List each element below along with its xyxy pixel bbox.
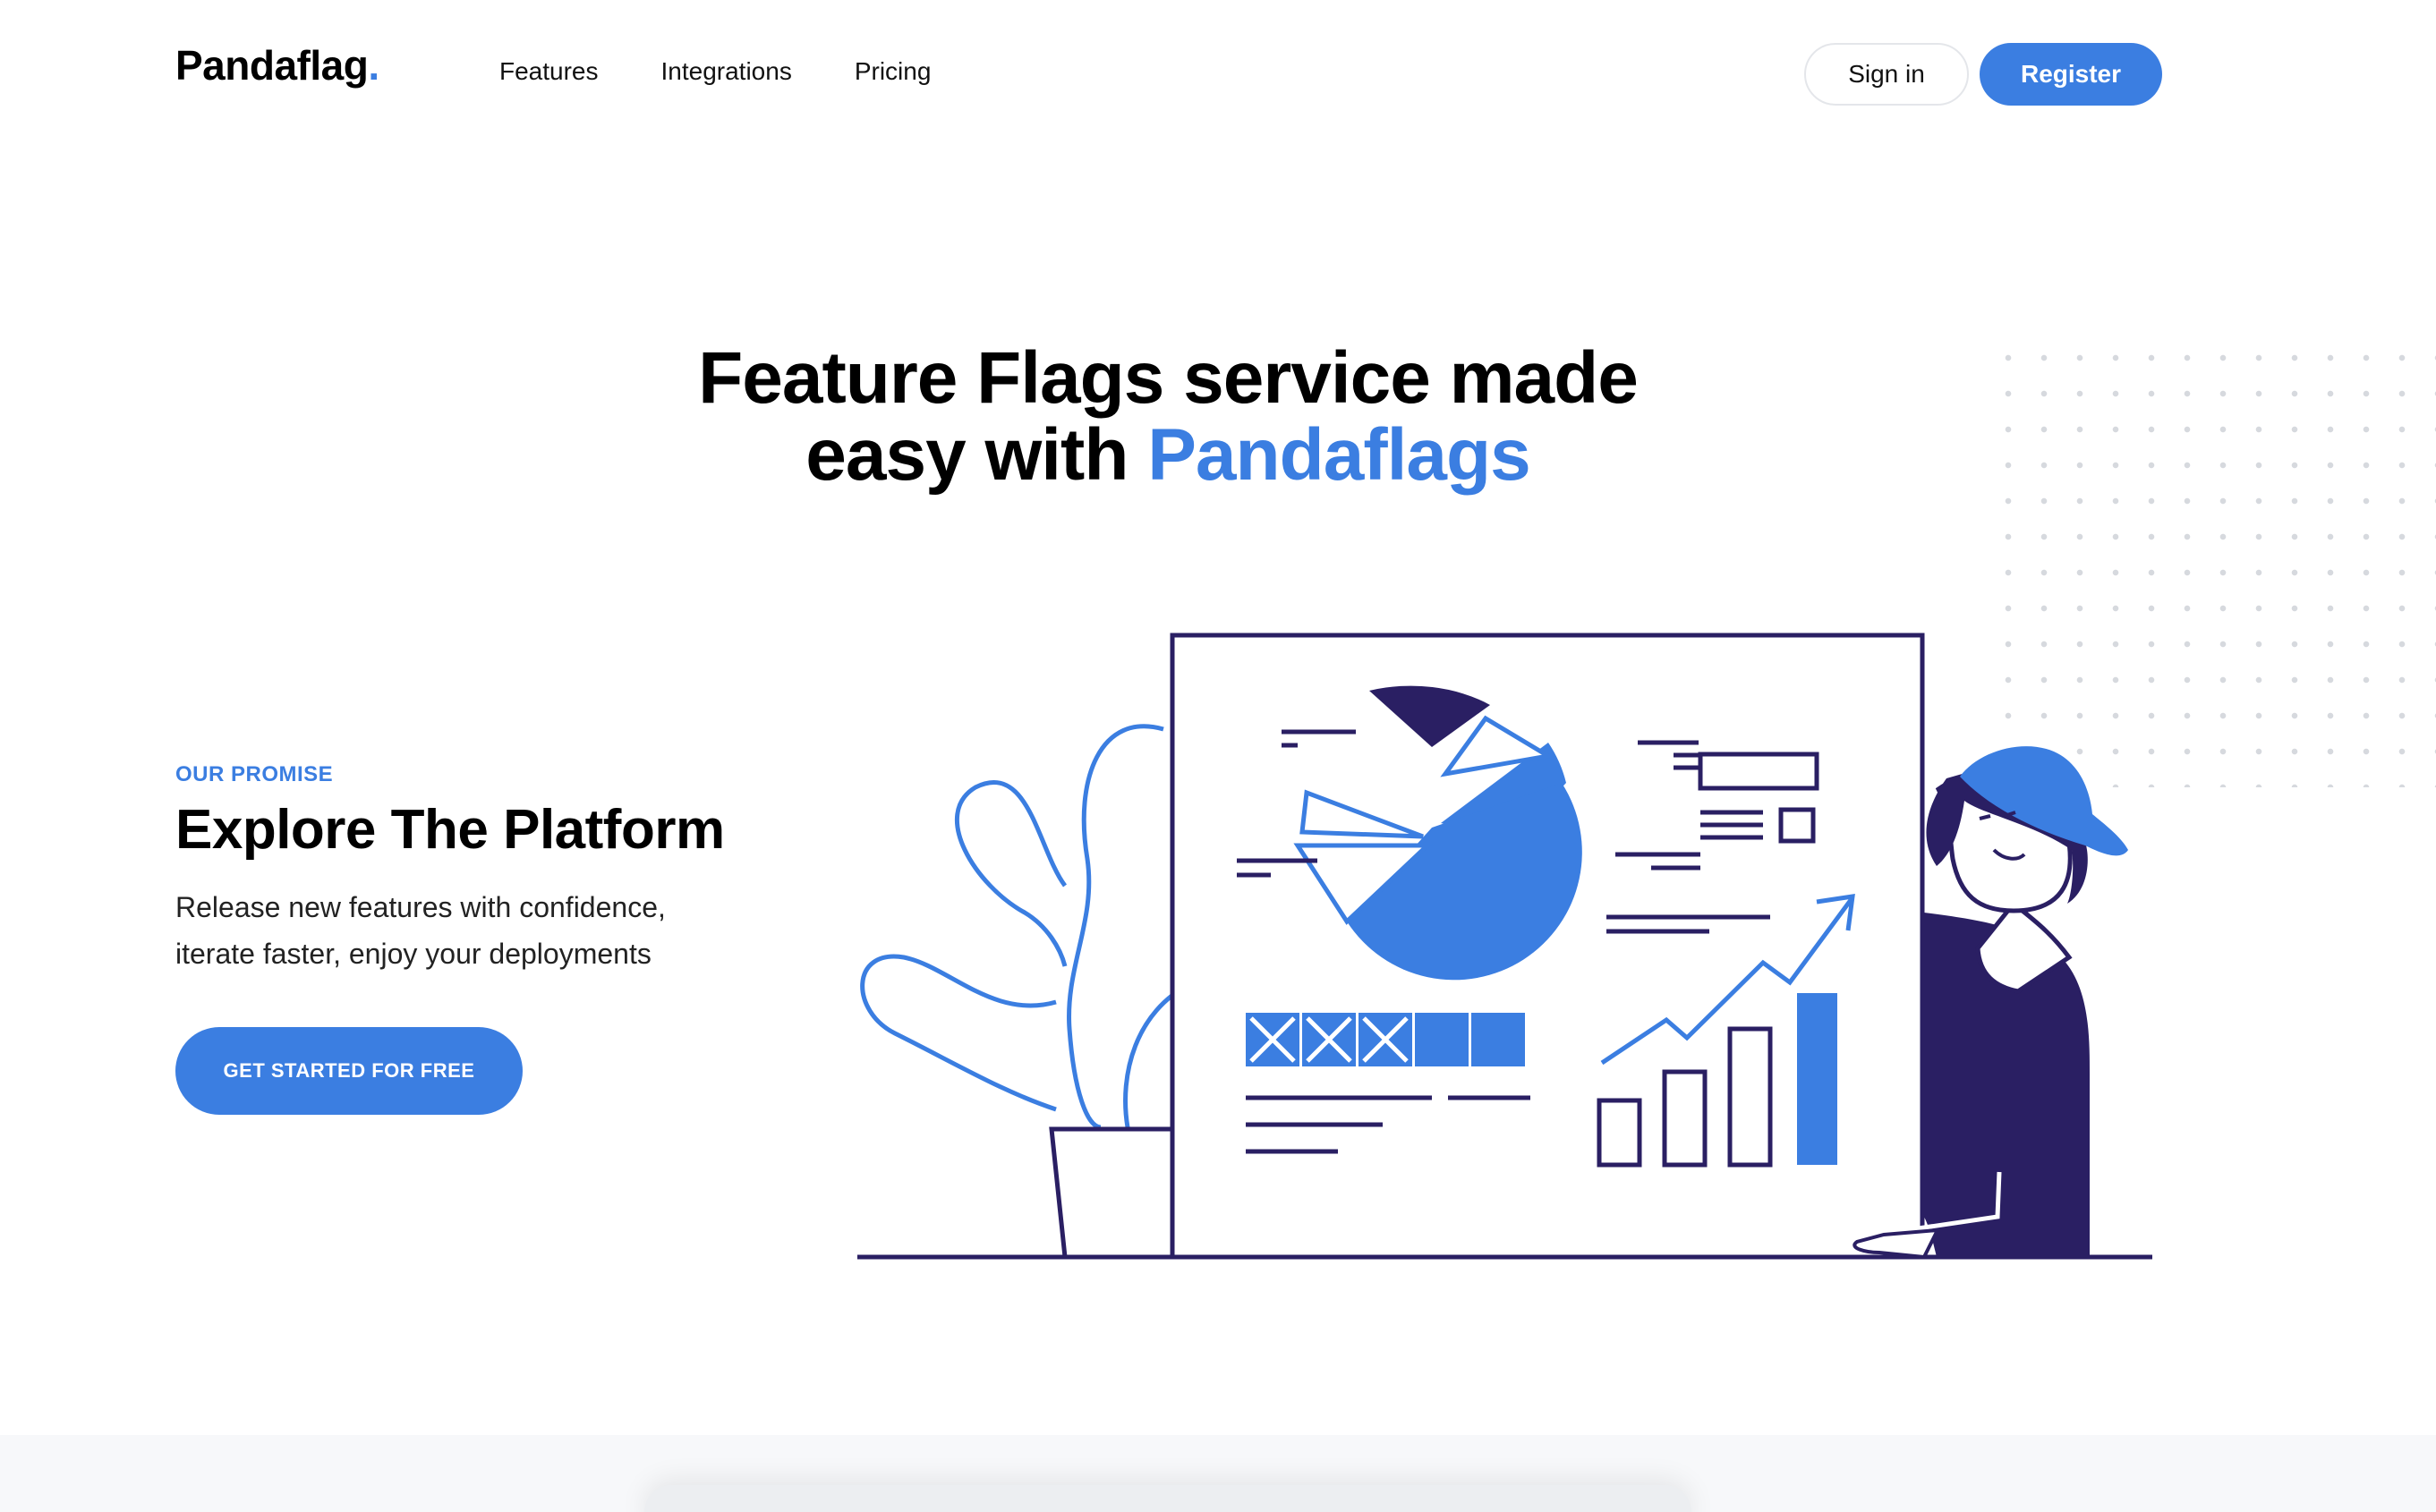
logo-text: Pandaflag <box>175 42 369 89</box>
logo-dot: . <box>368 42 379 89</box>
progress-boxes <box>1246 1013 1525 1066</box>
sign-in-button[interactable]: Sign in <box>1804 43 1969 106</box>
register-button[interactable]: Register <box>1980 43 2162 106</box>
nav-integrations[interactable]: Integrations <box>661 57 792 86</box>
section-title: Explore The Platform <box>175 799 725 861</box>
pot <box>1049 1126 1175 1260</box>
hero-title-line2-prefix: easy with <box>805 414 1148 496</box>
logo[interactable]: Pandaflag. <box>175 41 379 89</box>
hero-title: Feature Flags service made easy with Pan… <box>537 340 1799 494</box>
main-nav: Features Integrations Pricing <box>499 57 931 86</box>
dashboard-illustration <box>857 633 2152 1260</box>
hero-title-accent: Pandaflags <box>1147 414 1530 496</box>
plant-icon <box>860 724 1192 1130</box>
section-description-line1: Release new features with confidence, <box>175 891 666 923</box>
nav-pricing[interactable]: Pricing <box>855 57 932 86</box>
get-started-button[interactable]: GET STARTED FOR FREE <box>175 1027 523 1115</box>
section-description: Release new features with confidence, it… <box>175 884 820 977</box>
section-description-line2: iterate faster, enjoy your deployments <box>175 938 652 970</box>
section-eyebrow: OUR PROMISE <box>175 762 334 786</box>
hero-title-line1: Feature Flags service made <box>698 337 1639 419</box>
next-section-card <box>644 1485 1691 1512</box>
nav-features[interactable]: Features <box>499 57 599 86</box>
